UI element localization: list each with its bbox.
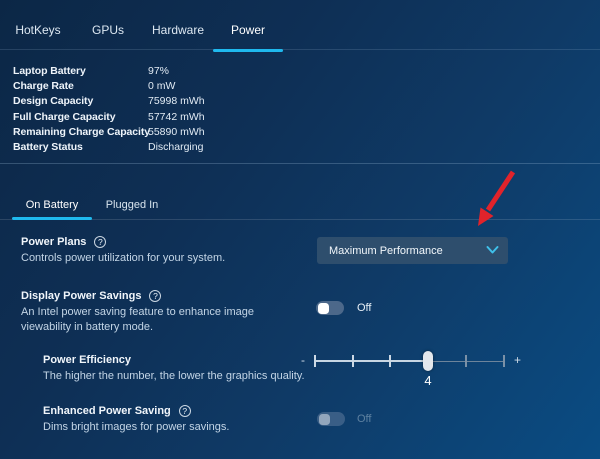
battery-row-value: Discharging <box>148 141 203 153</box>
subtab-label: Plugged In <box>106 199 159 211</box>
power-plans-section: Power Plans ? Controls power utilization… <box>21 236 225 266</box>
enhanced-power-saving-toggle <box>317 412 345 426</box>
enhanced-power-saving-title: Enhanced Power Saving <box>43 405 171 417</box>
table-row: Battery Status Discharging <box>13 139 150 154</box>
tab-hardware[interactable]: Hardware <box>143 0 213 50</box>
battery-row-value: 75998 mWh <box>148 95 205 107</box>
slider-track-active[interactable] <box>315 360 428 362</box>
enhanced-power-saving-toggle-state: Off <box>357 412 371 426</box>
battery-row-label: Remaining Charge Capacity <box>13 126 150 138</box>
table-row: Full Charge Capacity 57742 mWh <box>13 109 150 124</box>
battery-row-value: 57742 mWh <box>148 111 205 123</box>
power-efficiency-description: The higher the number, the lower the gra… <box>43 369 305 384</box>
slider-tick <box>465 355 467 367</box>
tab-label: Hardware <box>152 23 204 37</box>
slider-tick <box>503 355 505 367</box>
display-power-savings-toggle[interactable] <box>316 301 344 315</box>
battery-row-label: Laptop Battery <box>13 65 86 77</box>
power-plans-title: Power Plans <box>21 236 86 248</box>
slider-tick <box>314 355 316 367</box>
display-power-savings-section: Display Power Savings ? An Intel power s… <box>21 290 293 334</box>
table-row: Design Capacity 75998 mWh <box>13 94 150 109</box>
battery-row-label: Full Charge Capacity <box>13 111 115 123</box>
subtab-plugged-in[interactable]: Plugged In <box>92 190 172 220</box>
battery-row-label: Charge Rate <box>13 80 74 92</box>
power-efficiency-slider[interactable]: - 4 + <box>300 349 525 389</box>
table-row: Remaining Charge Capacity 55890 mWh <box>13 124 150 139</box>
battery-row-label: Design Capacity <box>13 95 93 107</box>
slider-plus-label: + <box>514 353 521 367</box>
section-divider <box>0 163 600 164</box>
slider-value: 4 <box>419 373 437 388</box>
battery-row-value: 0 mW <box>148 80 175 92</box>
main-tab-bar: HotKeys GPUs Hardware Power <box>0 0 600 50</box>
slider-handle[interactable] <box>423 351 433 371</box>
tab-label: GPUs <box>92 23 124 37</box>
slider-tick <box>352 355 354 367</box>
toggle-knob <box>319 414 331 425</box>
slider-tick <box>389 355 391 367</box>
enhanced-power-saving-description: Dims bright images for power savings. <box>43 420 229 435</box>
display-power-savings-description: An Intel power saving feature to enhance… <box>21 305 293 334</box>
power-efficiency-section: Power Efficiency The higher the number, … <box>43 354 305 384</box>
power-efficiency-title: Power Efficiency <box>43 354 131 366</box>
toggle-knob <box>318 303 330 314</box>
display-power-savings-toggle-state: Off <box>357 301 371 315</box>
battery-row-value: 97% <box>148 65 169 77</box>
help-icon[interactable]: ? <box>179 405 191 417</box>
power-plan-selected-value: Maximum Performance <box>329 245 443 257</box>
display-power-savings-title: Display Power Savings <box>21 290 141 302</box>
subtab-on-battery[interactable]: On Battery <box>12 190 92 220</box>
battery-row-value: 55890 mWh <box>148 126 205 138</box>
help-icon[interactable]: ? <box>94 236 106 248</box>
power-settings-panel: HotKeys GPUs Hardware Power Laptop Batte… <box>0 0 600 459</box>
power-plans-description: Controls power utilization for your syst… <box>21 251 225 266</box>
table-row: Charge Rate 0 mW <box>13 78 150 93</box>
table-row: Laptop Battery 97% <box>13 63 150 78</box>
slider-minus-label: - <box>301 353 305 367</box>
power-plan-dropdown[interactable]: Maximum Performance <box>317 237 508 264</box>
chevron-down-icon <box>486 245 499 258</box>
power-mode-subtabs: On Battery Plugged In <box>12 190 172 220</box>
tab-label: HotKeys <box>15 23 60 37</box>
enhanced-power-saving-section: Enhanced Power Saving ? Dims bright imag… <box>43 405 229 435</box>
battery-info-table: Laptop Battery 97% Charge Rate 0 mW Desi… <box>13 63 150 155</box>
subtab-label: On Battery <box>26 199 79 211</box>
help-icon[interactable]: ? <box>149 290 161 302</box>
tab-hotkeys[interactable]: HotKeys <box>3 0 73 50</box>
tab-gpus[interactable]: GPUs <box>73 0 143 50</box>
tab-power[interactable]: Power <box>213 0 283 50</box>
tab-label: Power <box>231 23 265 37</box>
battery-row-label: Battery Status <box>13 141 83 153</box>
